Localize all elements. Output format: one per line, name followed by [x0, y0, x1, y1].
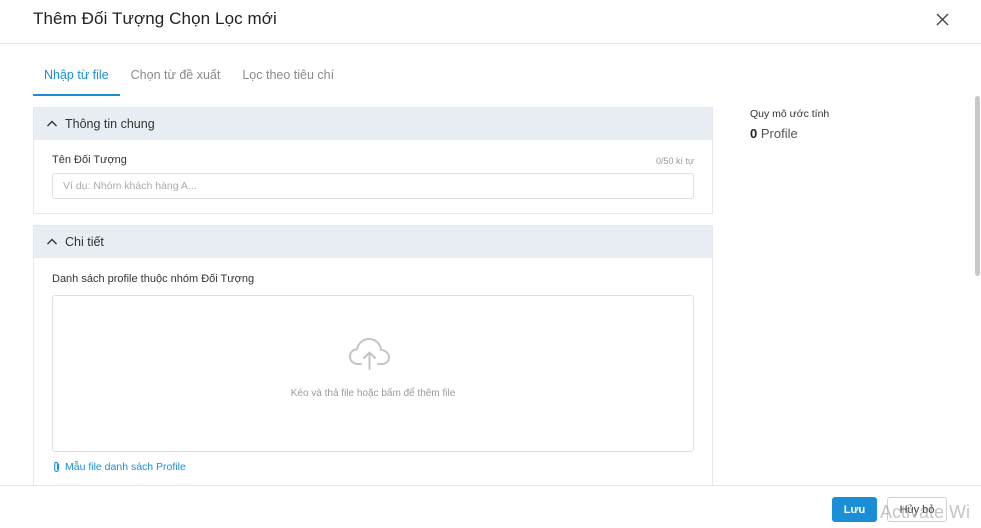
sample-file-label: Mẫu file danh sách Profile: [65, 461, 186, 473]
scrollbar[interactable]: [975, 96, 980, 276]
detail-header[interactable]: Chi tiết: [34, 226, 712, 258]
close-icon[interactable]: [933, 10, 953, 30]
tab-choose-suggested[interactable]: Chọn từ đề xuất: [120, 58, 232, 96]
tab-bar: Nhập từ file Chọn từ đề xuất Lọc theo ti…: [33, 58, 345, 96]
profile-list-label: Danh sách profile thuộc nhóm Đối Tượng: [52, 273, 255, 285]
estimate-label: Quy mô ước tính: [750, 108, 830, 120]
paperclip-icon: [54, 461, 60, 473]
general-info-header[interactable]: Thông tin chung: [34, 108, 712, 140]
file-dropzone[interactable]: Kéo và thả file hoặc bấm để thêm file: [52, 295, 694, 452]
chevron-up-icon: [47, 120, 57, 127]
char-counter: 0/50 kí tự: [655, 156, 694, 166]
dialog-title: Thêm Đối Tượng Chọn Lọc mới: [33, 9, 277, 28]
cloud-upload-icon: [349, 338, 390, 370]
sample-file-link[interactable]: Mẫu file danh sách Profile: [52, 461, 186, 473]
dialog-footer: Lưu Hủy bỏ Activate Wi: [0, 485, 981, 528]
detail-title: Chi tiết: [65, 235, 104, 249]
upload-hint: Kéo và thả file hoặc bấm để thêm file: [290, 388, 456, 399]
estimate-value: 0 Profile: [750, 126, 829, 141]
estimate-unit: Profile: [760, 126, 798, 141]
dialog-header: Thêm Đối Tượng Chọn Lọc mới: [0, 0, 981, 44]
audience-name-input[interactable]: [52, 173, 694, 199]
estimate-box: Quy mô ước tính 0 Profile: [750, 108, 829, 141]
cancel-button[interactable]: Hủy bỏ: [887, 497, 947, 522]
audience-name-label: Tên Đối Tượng: [52, 154, 127, 166]
detail-panel: Chi tiết Danh sách profile thuộc nhóm Đố…: [33, 225, 713, 495]
general-info-title: Thông tin chung: [65, 117, 155, 131]
estimate-count: 0: [750, 126, 758, 141]
tab-filter-criteria[interactable]: Lọc theo tiêu chí: [231, 58, 345, 96]
tab-import-file[interactable]: Nhập từ file: [33, 58, 120, 96]
general-info-panel: Thông tin chung Tên Đối Tượng 0/50 kí tự: [33, 107, 713, 214]
save-button[interactable]: Lưu: [832, 497, 877, 522]
chevron-up-icon: [47, 238, 57, 245]
